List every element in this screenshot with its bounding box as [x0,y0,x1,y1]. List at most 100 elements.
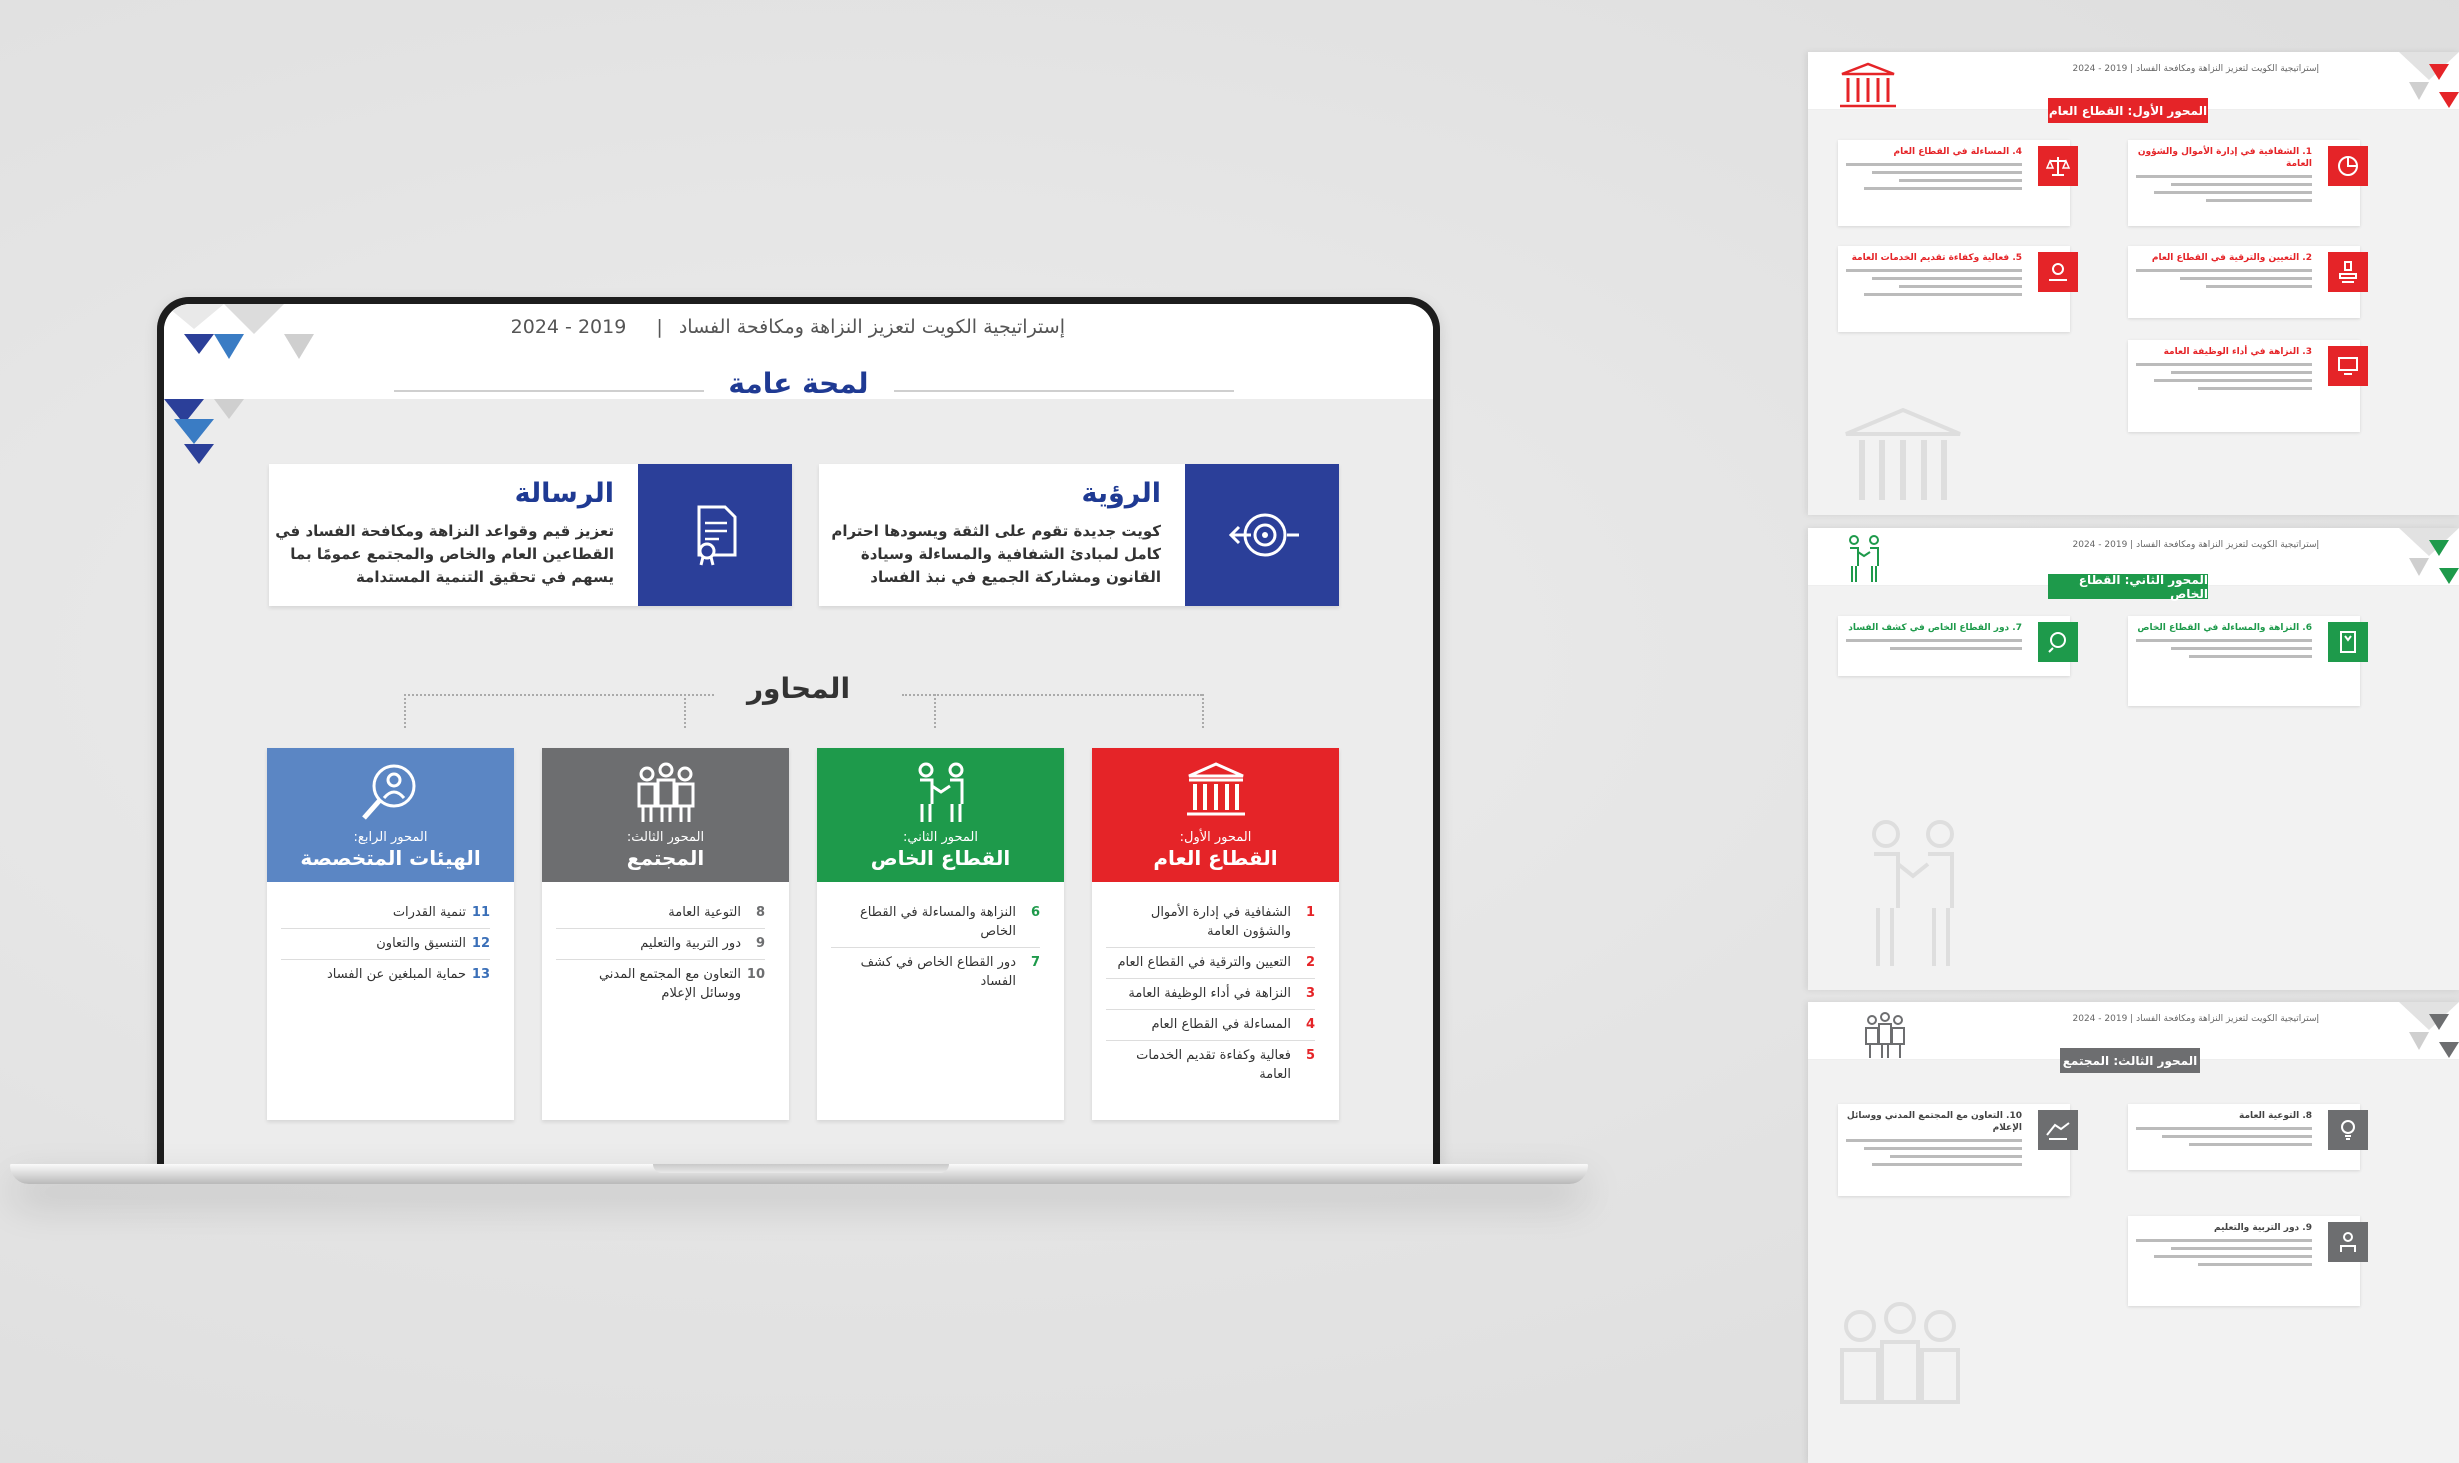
text-line [2206,199,2312,202]
text-line [1872,277,2022,280]
preview-card: 7. دور القطاع الخاص في كشف الفساد [1838,616,2078,676]
text-line [1863,293,2022,296]
item-text: الشفافية في إدارة الأموال والشؤون العامة [1150,905,1291,939]
text-line [2136,639,2312,642]
stamp-icon [2328,252,2368,292]
teacher-icon [2328,1222,2368,1262]
item-number: 7 [1030,955,1040,970]
text-line [1863,1147,2022,1150]
government-building-icon [1840,62,1896,108]
axis-header: المحور الرابع: الهيئات المتخصصة [267,748,514,882]
strategy-name: إستراتيجية الكويت لتعزيز النزاهة ومكافحة… [2136,1014,2319,1024]
axis-tag: المحور الثالث: المجتمع [2060,1048,2200,1073]
triangle-decoration [2399,52,2459,108]
axis-item-list: 8 التوعية العامة 9 دور التربية والتعليم 10… [542,882,789,1009]
item-text: فعالية وكفاءة تقديم الخدمات العامة [1136,1048,1291,1082]
list-item: 8 التوعية العامة [556,898,765,929]
text-line [1898,285,2022,288]
list-item: 4 المساءلة في القطاع العام [1106,1010,1315,1041]
axis-subtitle: المحور الأول: [1179,830,1252,845]
preview-card: 4. المساءلة في القطاع العام [1838,140,2078,226]
axis-subtitle: المحور الثاني: [903,830,978,845]
handshake-icon [1849,535,1879,582]
handshake-icon [1872,820,1954,966]
vision-card: الرؤية كويت جديدة تقوم على الثقة ويسودها… [819,464,1339,606]
laptop-hinge-notch [653,1164,949,1173]
preview-header-text: إستراتيجية الكويت لتعزيز النزاهة ومكافحة… [2072,64,2320,74]
text-line [1872,171,2022,174]
axes-connector [934,694,936,728]
text-line [2171,183,2312,186]
text-line [1898,179,2022,182]
lightbulb-icon [2328,1110,2368,1150]
text-line [2188,655,2312,658]
axes-connector [404,694,714,696]
card-title: 9. دور التربية والتعليم [2214,1223,2312,1233]
axes-connector [684,694,686,728]
axis-name: المجتمع [626,846,705,870]
item-text: التنسيق والتعاون [376,936,466,951]
strategy-name: إستراتيجية الكويت لتعزيز النزاهة ومكافحة… [678,316,1065,338]
preview-card: 1. الشفافية في إدارة الأموال والشؤون الع… [2128,140,2368,226]
people-group-icon [542,760,789,824]
axis-tag: المحور الثاني: القطاع الخاص [2048,573,2208,601]
preview-card: 2. التعيين والترقية في القطاع العام [2128,246,2368,318]
list-item: 6 النزاهة والمساءلة في القطاع الخاص [831,898,1040,948]
text-line [2136,269,2312,272]
text-line [2197,387,2312,390]
text-line [2171,371,2312,374]
item-text: دور القطاع الخاص في كشف الفساد [860,955,1016,989]
people-group-icon [1865,1012,1905,1058]
strategy-years: 2019 - 2024 [2072,540,2128,550]
mission-title: الرسالة [514,478,614,509]
handshake-icon [817,760,1064,824]
axes-connector [902,694,1202,696]
preview-header-text: إستراتيجية الكويت لتعزيز النزاهة ومكافحة… [2072,1014,2320,1024]
item-number: 1 [1305,905,1315,920]
document-certificate-icon [638,464,792,606]
item-number: 8 [755,905,765,920]
item-text: النزاهة في أداء الوظيفة العامة [1128,986,1291,1001]
strategy-name: إستراتيجية الكويت لتعزيز النزاهة ومكافحة… [2136,64,2319,74]
card-title: 4. المساءلة في القطاع العام [1893,147,2022,157]
list-item: 12 التنسيق والتعاون [281,929,490,960]
list-item: 5 فعالية وكفاءة تقديم الخدمات العامة [1106,1041,1315,1090]
item-text: دور التربية والتعليم [640,936,741,951]
axis-item-list: 11 تنمية القدرات 12 التنسيق والتعاون 13 حما… [267,882,514,990]
axis-item-list: 6 النزاهة والمساءلة في القطاع الخاص 7 دور … [817,882,1064,997]
text-line [2180,277,2312,280]
item-number: 6 [1030,905,1040,920]
search-person-icon [2038,622,2078,662]
text-line [1890,1155,2022,1158]
slide-overview: إستراتيجية الكويت لتعزيز النزاهة ومكافحة… [164,304,1433,1167]
item-text: حماية المبلغين عن الفساد [326,967,466,982]
list-item: 13 حماية المبلغين عن الفساد [281,960,490,990]
preview-card: 3. النزاهة في أداء الوظيفة العامة [2128,340,2368,432]
strategy-years: 2019 - 2024 [2072,1014,2128,1024]
item-text: النزاهة والمساءلة في القطاع الخاص [859,905,1016,939]
list-item: 9 دور التربية والتعليم [556,929,765,960]
card-title: 7. دور القطاع الخاص في كشف الفساد [1848,623,2022,633]
target-icon [1185,464,1339,606]
people-group-icon [1840,1302,1960,1404]
axis-item-list: 1 الشفافية في إدارة الأموال والشؤون العام… [1092,882,1339,1090]
list-item: 10 التعاون مع المجتمع المدني ووسائل الإعل… [556,960,765,1009]
text-line [2188,1143,2312,1146]
vision-title: الرؤية [1081,478,1161,509]
list-item: 7 دور القطاع الخاص في كشف الفساد [831,948,1040,997]
text-line [1846,639,2022,642]
text-line [1846,269,2022,272]
axis-subtitle: المحور الرابع: [353,830,428,845]
text-line [2206,285,2312,288]
axis-header: المحور الثالث: المجتمع [542,748,789,882]
axis-header: المحور الأول: القطاع العام [1092,748,1339,882]
text-line [2153,191,2312,194]
laptop-screen: إستراتيجية الكويت لتعزيز النزاهة ومكافحة… [157,297,1440,1167]
item-number: 13 [471,967,490,982]
government-building-icon [1092,760,1339,820]
axes-connector [1202,694,1204,728]
item-number: 2 [1305,955,1315,970]
pie-chart-icon [2328,146,2368,186]
item-number: 11 [471,905,490,920]
preview-card: 9. دور التربية والتعليم [2128,1216,2368,1306]
